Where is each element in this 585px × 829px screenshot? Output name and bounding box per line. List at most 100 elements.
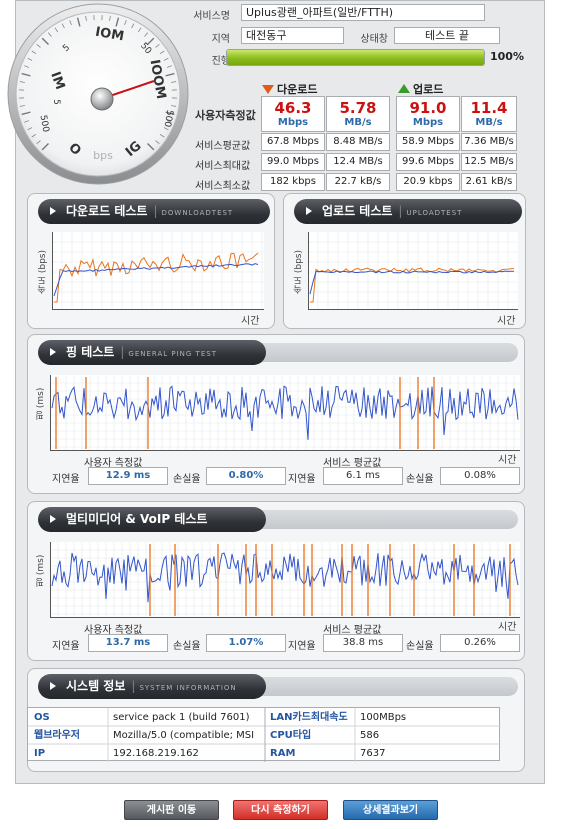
- ping-avg-loss-label: 손실율: [406, 474, 434, 485]
- sys-os-key: OS: [34, 712, 50, 723]
- bullet-icon: [50, 207, 56, 215]
- ping-avg-loss: 0.08%: [440, 467, 520, 485]
- ping-avg-latency-label: 지연율: [288, 474, 316, 485]
- sys-ip-value: 192.168.219.162: [113, 748, 199, 759]
- sys-ip-key: IP: [34, 748, 46, 759]
- user-measured-label: 사용자측정값: [195, 109, 256, 122]
- avg-row-label: 서비스평균값: [195, 141, 251, 152]
- bullet-icon: [306, 207, 312, 215]
- ping-test-panel: 핑 테스트 | GENERAL PING TEST 핑 (ms) 시간 사용자 측정…: [27, 334, 525, 494]
- sys-browser-key: 웹브라우저: [34, 730, 80, 741]
- ping-chart: [50, 375, 520, 451]
- upload-chart: [308, 232, 518, 310]
- ping-chart-svg: [50, 375, 520, 451]
- upload-header: 업로드: [398, 81, 443, 97]
- min-download-mbps: 182 kbps: [261, 173, 325, 191]
- voip-avg-latency-label: 지연율: [288, 641, 316, 652]
- voip-user-loss-label: 손실율: [173, 641, 201, 652]
- voip-chart-svg: [50, 542, 520, 618]
- voip-avg-loss-label: 손실율: [406, 641, 434, 652]
- voip-test-tab: 멀티미디어 & VoIP 테스트: [38, 507, 266, 532]
- voip-test-panel: 멀티미디어 & VoIP 테스트 핑 (ms) 시간 사용자 측정값 서비스 평…: [27, 501, 525, 661]
- sys-browser-value: Mozilla/5.0 (compatible; MSI: [113, 730, 255, 741]
- status-label: 상태창: [360, 34, 388, 45]
- min-download-mbs: 22.7 kB/s: [326, 173, 390, 191]
- max-row-label: 서비스최대값: [195, 161, 251, 172]
- ping-avg-latency: 6.1 ms: [323, 467, 403, 485]
- progress-percent: 100%: [490, 50, 524, 63]
- ping-user-latency: 12.9 ms: [88, 467, 168, 485]
- max-upload-mbps: 99.6 Mbps: [396, 153, 460, 171]
- download-test-panel: 다운로드 테스트 | DOWNLOADTEST 속도 (bps) 시간: [27, 193, 275, 329]
- system-info-tab: 시스템 정보 | SYSTEM INFORMATION: [38, 674, 266, 699]
- ping-user-loss-label: 손실율: [173, 474, 201, 485]
- voip-ylabel: 핑 (ms): [36, 554, 46, 587]
- download-ylabel: 속도 (bps): [38, 250, 48, 294]
- bullet-icon: [50, 348, 56, 356]
- download-user-mbs: 5.78 MB/s: [326, 96, 390, 132]
- speedometer-gauge: IM5IOM50IOOM500IGO5005 bps: [7, 3, 189, 185]
- gauge-tick-label: 5: [51, 99, 61, 105]
- system-info-table: OS service pack 1 (build 7601) 웹브라우저 Moz…: [27, 707, 501, 762]
- service-name-label: 서비스명: [193, 11, 230, 22]
- voip-user-latency-label: 지연율: [52, 641, 80, 652]
- avg-upload-mbps: 58.9 Mbps: [396, 133, 460, 151]
- upload-xlabel: 시간: [497, 316, 516, 327]
- upload-user-mbs: 11.4 MB/s: [461, 96, 517, 132]
- bullet-icon: [50, 515, 56, 523]
- min-row-label: 서비스최소값: [195, 181, 251, 192]
- voip-avg-loss: 0.26%: [440, 634, 520, 652]
- voip-chart: [50, 542, 520, 618]
- upload-ylabel: 속도 (bps): [294, 250, 304, 294]
- upload-chart-svg: [308, 232, 518, 310]
- download-arrow-icon: [262, 85, 274, 94]
- voip-user-loss: 1.07%: [206, 634, 286, 652]
- upload-test-panel: 업로드 테스트 | UPLOADTEST 속도 (bps) 시간: [283, 193, 526, 329]
- region-field: 대전동구: [241, 27, 344, 44]
- download-chart-svg: [52, 232, 264, 310]
- upload-series-avg: [309, 270, 515, 295]
- retest-button[interactable]: 다시 측정하기: [233, 800, 328, 820]
- upload-test-tab: 업로드 테스트 | UPLOADTEST: [294, 199, 522, 224]
- upload-series-user: [310, 267, 515, 303]
- ping-xlabel: 시간: [498, 455, 517, 466]
- detail-results-button[interactable]: 상세결과보기: [343, 800, 438, 820]
- sys-cpu-value: 586: [360, 730, 380, 741]
- service-name-field: Uplus광랜_아파트(일반/FTTH): [241, 4, 485, 21]
- region-label: 지역: [211, 34, 230, 45]
- avg-download-mbs: 8.48 MB/s: [326, 133, 390, 151]
- download-test-tab: 다운로드 테스트 | DOWNLOADTEST: [38, 199, 270, 224]
- sys-cpu-key: CPU타입: [270, 730, 312, 741]
- ping-user-latency-label: 지연율: [52, 474, 80, 485]
- avg-download-mbps: 67.8 Mbps: [261, 133, 325, 151]
- download-chart: [52, 232, 264, 310]
- voip-xlabel: 시간: [498, 622, 517, 633]
- download-series-user: [54, 252, 259, 303]
- status-field: 테스트 끝: [394, 27, 500, 44]
- max-upload-mbs: 12.5 MB/s: [461, 153, 517, 171]
- min-upload-mbps: 20.9 kbps: [396, 173, 460, 191]
- upload-arrow-icon: [398, 84, 410, 93]
- progress-fill: [227, 50, 484, 65]
- min-upload-mbs: 2.61 kB/s: [461, 173, 517, 191]
- progress-bar: [226, 49, 485, 66]
- sys-ram-key: RAM: [270, 748, 296, 759]
- max-download-mbps: 99.0 Mbps: [261, 153, 325, 171]
- max-download-mbs: 12.4 MB/s: [326, 153, 390, 171]
- download-header: 다운로드: [262, 81, 317, 97]
- sys-lan-key: LAN카드최대속도: [270, 712, 348, 723]
- gauge-unit-label: bps: [93, 149, 113, 162]
- voip-avg-latency: 38.8 ms: [323, 634, 403, 652]
- ping-user-loss: 0.80%: [206, 467, 286, 485]
- ping-ylabel: 핑 (ms): [36, 387, 46, 420]
- avg-upload-mbs: 7.36 MB/s: [461, 133, 517, 151]
- upload-user-mbps: 91.0 Mbps: [396, 96, 460, 132]
- ping-test-tab: 핑 테스트 | GENERAL PING TEST: [38, 340, 266, 365]
- sys-lan-value: 100MBps: [360, 712, 407, 723]
- go-to-board-button[interactable]: 게시판 이동: [124, 800, 219, 820]
- voip-user-latency: 13.7 ms: [88, 634, 168, 652]
- download-user-mbps: 46.3 Mbps: [261, 96, 325, 132]
- progress-label: 진행: [211, 56, 230, 67]
- bullet-icon: [50, 682, 56, 690]
- download-xlabel: 시간: [241, 316, 260, 327]
